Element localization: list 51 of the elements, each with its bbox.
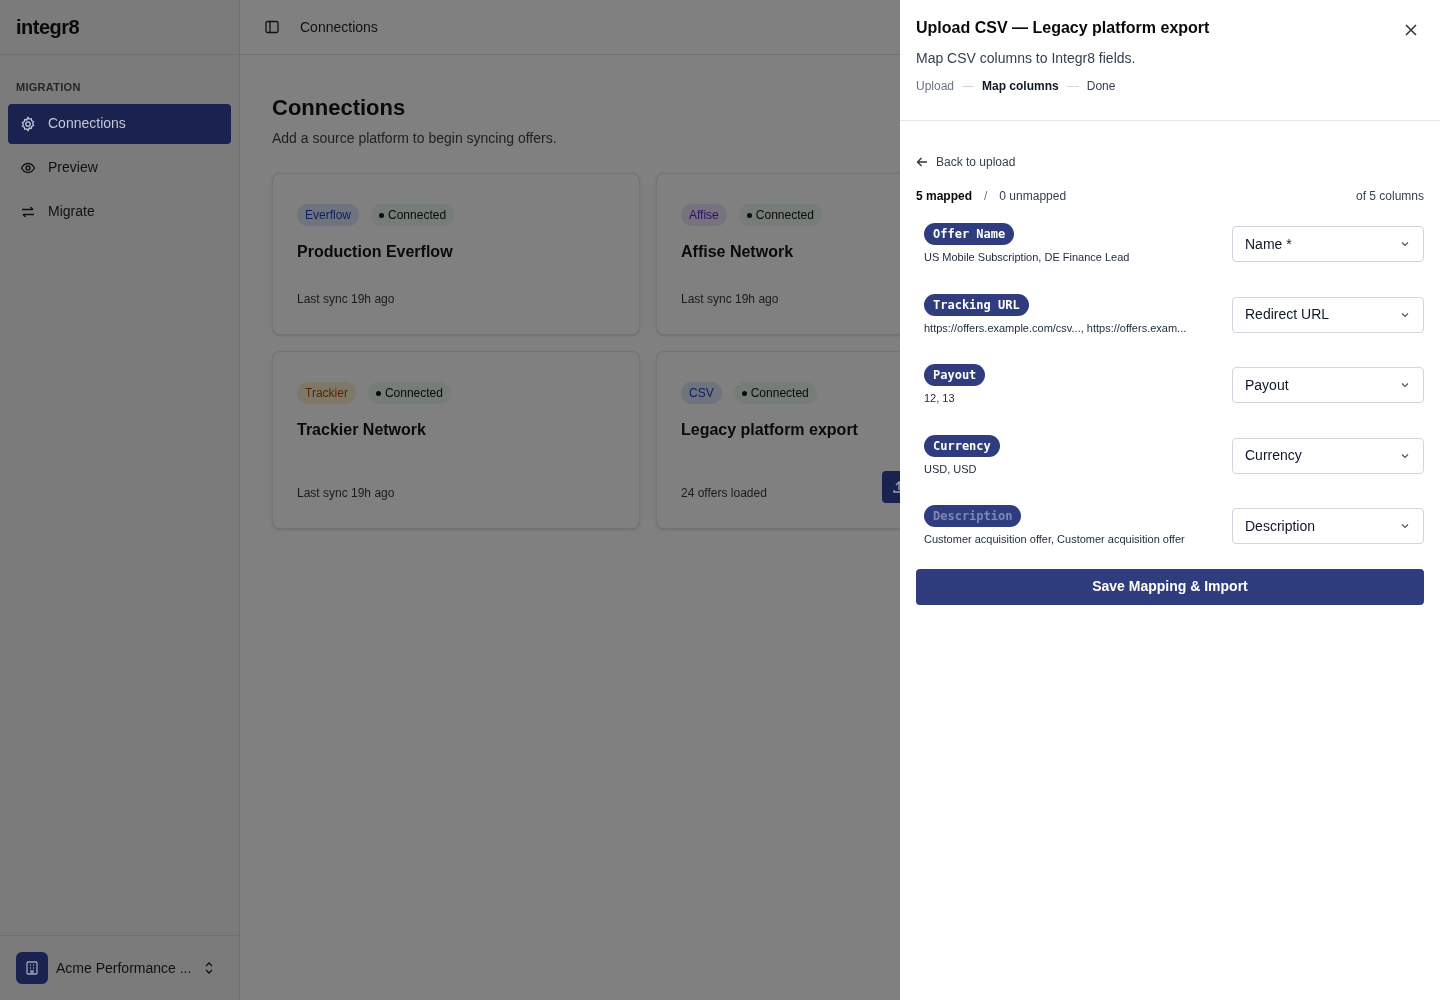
connection-name: Production Everflow <box>297 242 453 262</box>
page-subtitle: Add a source platform to begin syncing offers. <box>272 129 558 148</box>
sample-values: Customer acquisition offer, Customer acquisition offer <box>924 532 1185 547</box>
unmapped-count: 0 unmapped <box>999 188 1067 205</box>
column-tag: Tracking URL <box>924 293 1029 316</box>
mapped-count: 5 mapped <box>916 188 972 205</box>
card-footer-text: Last sync 19h ago <box>681 291 779 308</box>
save-import-button[interactable]: Save Mapping & Import <box>916 568 1424 605</box>
status-badge: Connected <box>738 204 822 226</box>
sample-values: https://offers.example.com/csv..., https://offers.exam... <box>924 320 1187 336</box>
card-footer-text: Last sync 19h ago <box>297 485 395 502</box>
field-select[interactable]: Redirect URL <box>1232 296 1424 333</box>
sample-values: 12, 13 <box>924 391 955 406</box>
connection-name: Trackier Network <box>297 420 426 440</box>
field-select[interactable]: Currency <box>1232 437 1424 474</box>
card-footer-text: Last sync 19h ago <box>297 291 395 308</box>
step-label: Upload <box>916 78 955 95</box>
card-footer-text: 24 offers loaded <box>681 485 767 502</box>
account-switcher[interactable]: Acme Performance ... <box>56 957 216 979</box>
status-badge: Connected <box>371 204 455 226</box>
platform-tag: Affise <box>681 204 727 226</box>
status-badge: Connected <box>367 382 451 404</box>
field-select[interactable]: Description <box>1232 508 1424 545</box>
connection-name: Legacy platform export <box>681 420 858 440</box>
connection-name: Affise Network <box>681 242 794 262</box>
column-tag: Offer Name <box>924 223 1015 245</box>
column-total: of 5 columns <box>1355 188 1424 205</box>
breadcrumb: Connections <box>300 17 378 37</box>
panel-title: Upload CSV — Legacy platform export <box>916 18 1210 38</box>
step-label: Map columns <box>982 78 1059 95</box>
sample-values: USD, USD <box>924 461 977 477</box>
sidebar-item[interactable]: Connections <box>8 103 231 144</box>
page-title: Connections <box>272 94 407 122</box>
platform-tag: CSV <box>681 382 722 404</box>
separator: / <box>984 188 988 205</box>
panel-subtitle: Map CSV columns to Integr8 fields. <box>916 49 1137 68</box>
column-tag: Currency <box>924 434 1000 457</box>
logo: integr8 <box>16 15 80 40</box>
sidebar-item[interactable]: Preview <box>8 147 231 188</box>
field-select[interactable]: Payout <box>1232 367 1424 404</box>
sample-values: US Mobile Subscription, DE Finance Lead <box>924 250 1130 265</box>
step-label: Done <box>1086 78 1116 95</box>
status-badge: Connected <box>733 382 817 404</box>
section-label: MIGRATION <box>15 80 82 95</box>
sidebar-item[interactable]: Migrate <box>8 191 231 232</box>
column-tag: Payout <box>924 364 986 386</box>
platform-tag: Everflow <box>297 204 359 226</box>
column-tag: Description <box>924 505 1022 527</box>
field-select[interactable]: Name * <box>1232 226 1424 263</box>
platform-tag: Trackier <box>297 382 356 404</box>
back-link[interactable]: Back to upload <box>916 153 1016 171</box>
